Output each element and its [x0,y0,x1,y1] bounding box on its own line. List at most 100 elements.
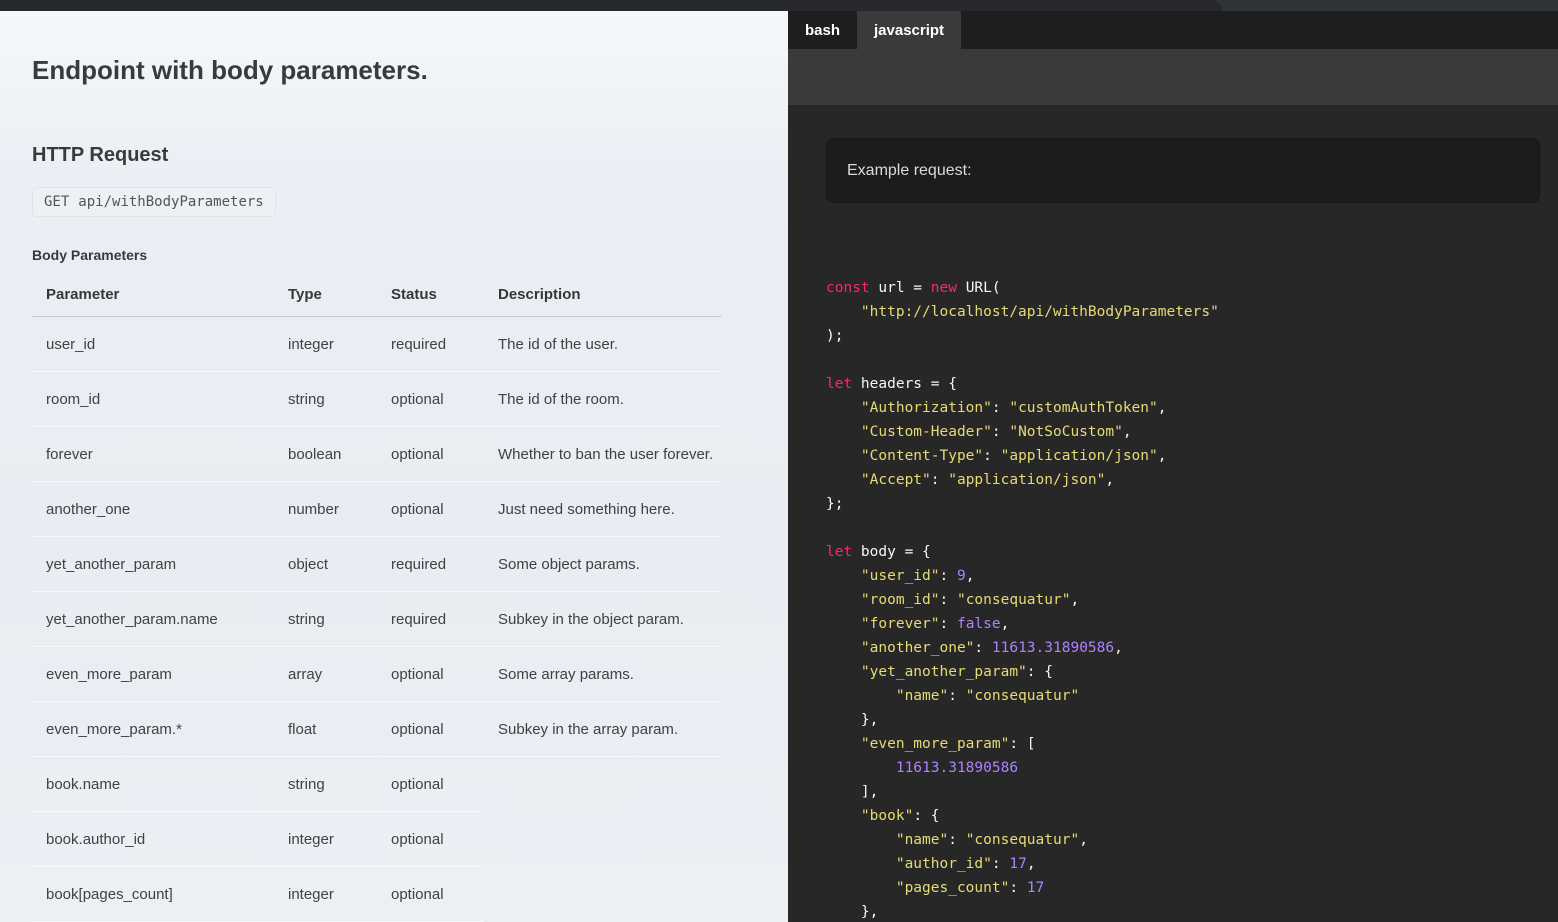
code-token: "forever" [861,616,940,632]
table-row: foreverbooleanoptionalWhether to ban the… [32,427,722,482]
param-description-cell: Some array params. [484,647,722,702]
table-row: even_more_paramarrayoptionalSome array p… [32,647,722,702]
param-name-cell: book[pages_count] [32,867,274,922]
content-columns: Endpoint with body parameters. HTTP Requ… [0,11,1558,922]
column-header-status: Status [377,273,484,317]
code-examples-panel: bashjavascript Example request: const ur… [788,11,1558,922]
body-parameters-label: Body Parameters [32,247,788,263]
table-row: book.namestringoptional [32,757,722,812]
param-type-cell: array [274,647,377,702]
page-title: Endpoint with body parameters. [32,55,788,86]
code-line: ); [826,324,1558,348]
page: Endpoint with body parameters. HTTP Requ… [0,0,1558,922]
param-name-cell: even_more_param.* [32,702,274,757]
docs-content-panel: Endpoint with body parameters. HTTP Requ… [0,11,788,922]
table-row: room_idstringoptionalThe id of the room. [32,372,722,427]
code-line: "book": { [826,804,1558,828]
param-status-cell: optional [377,647,484,702]
top-bar [0,0,1558,11]
code-token: "consequatur" [966,832,1080,848]
param-name-cell: book.author_id [32,812,274,867]
code-token: "customAuthToken" [1009,400,1157,416]
code-token: 9 [957,568,966,584]
http-request-heading: HTTP Request [32,144,788,167]
code-line: }, [826,900,1558,922]
code-token: , [1105,472,1114,488]
param-type-cell: string [274,592,377,647]
language-tabbar: bashjavascript [788,11,1558,49]
code-token [826,640,861,656]
code-token: , [1158,400,1167,416]
code-token: , [1123,424,1132,440]
code-token: ], [826,784,878,800]
code-token: : [992,856,1009,872]
param-name-cell: another_one [32,482,274,537]
example-request-code: const url = new URL( "http://localhost/a… [826,276,1558,922]
code-token [826,760,896,776]
param-status-cell: optional [377,812,484,867]
param-type-cell: number [274,482,377,537]
code-token: : [940,616,957,632]
tab-bash[interactable]: bash [788,11,857,49]
code-token: "NotSoCustom" [1009,424,1123,440]
param-name-cell: user_id [32,317,274,372]
example-request-box: Example request: [826,138,1540,203]
code-token: , [1114,640,1123,656]
code-line: "name": "consequatur" [826,684,1558,708]
code-token: : { [1027,664,1053,680]
param-description-cell [484,757,722,812]
code-token: body = { [852,544,931,560]
code-token: "consequatur" [957,592,1071,608]
table-row: yet_another_paramobjectrequiredSome obje… [32,537,722,592]
code-token: : [ [1009,736,1035,752]
http-method: GET [44,194,69,210]
param-name-cell: book.name [32,757,274,812]
param-status-cell: required [377,317,484,372]
code-line: "name": "consequatur", [826,828,1558,852]
code-token: : [983,448,1000,464]
table-row: another_onenumberoptionalJust need somet… [32,482,722,537]
code-line [826,516,1558,540]
code-token: : [948,832,965,848]
code-token: "book" [861,808,913,824]
code-token: }, [826,712,878,728]
code-token: : [940,592,957,608]
param-description-cell: Just need something here. [484,482,722,537]
code-line: const url = new URL( [826,276,1558,300]
code-token: "even_more_param" [861,736,1009,752]
code-area: Example request: const url = new URL( "h… [788,105,1558,922]
code-token [826,304,861,320]
code-token: 11613.31890586 [992,640,1114,656]
code-token: "consequatur" [966,688,1080,704]
code-token: }, [826,904,878,920]
code-token: let [826,544,852,560]
param-type-cell: integer [274,812,377,867]
code-line: let body = { [826,540,1558,564]
code-token: headers = { [852,376,957,392]
example-request-label: Example request: [847,162,972,180]
code-line: "user_id": 9, [826,564,1558,588]
code-token: 17 [1027,880,1044,896]
param-description-cell: Whether to ban the user forever. [484,427,722,482]
param-type-cell: integer [274,867,377,922]
param-name-cell: room_id [32,372,274,427]
param-name-cell: yet_another_param [32,537,274,592]
code-token: "user_id" [861,568,940,584]
code-token: "author_id" [896,856,992,872]
param-status-cell: optional [377,702,484,757]
code-token: , [1070,592,1079,608]
param-name-cell: forever [32,427,274,482]
code-line: "another_one": 11613.31890586, [826,636,1558,660]
code-token: "room_id" [861,592,940,608]
param-status-cell: optional [377,867,484,922]
code-token: "Authorization" [861,400,992,416]
param-type-cell: string [274,372,377,427]
tab-javascript[interactable]: javascript [857,11,961,49]
code-header-band [788,49,1558,105]
code-token [826,808,861,824]
code-line: ], [826,780,1558,804]
column-header-type: Type [274,273,377,317]
code-token [826,448,861,464]
code-token: , [1027,856,1036,872]
code-token: "name" [896,832,948,848]
